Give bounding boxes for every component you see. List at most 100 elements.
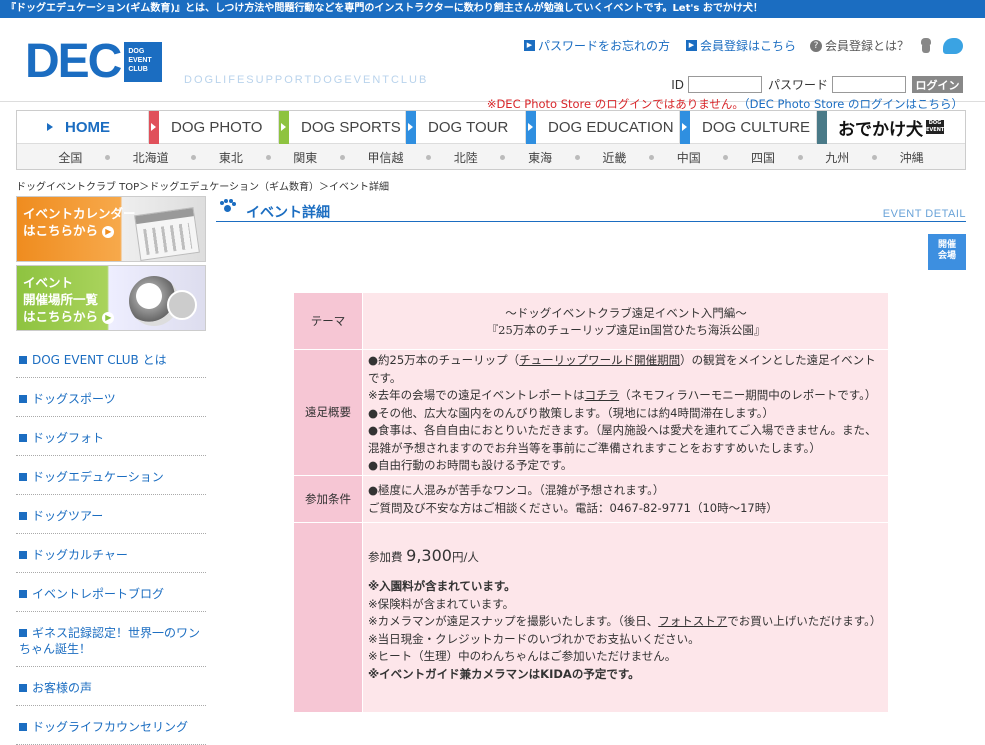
sidebar-item-label: ドッグフォト bbox=[32, 431, 105, 445]
theme-label: テーマ bbox=[293, 292, 363, 350]
region-link[interactable]: 九州 bbox=[825, 149, 849, 166]
banner2-line2: 開催場所一覧 bbox=[23, 292, 99, 307]
badge-line1: 開催 bbox=[937, 240, 956, 250]
sidebar-item[interactable]: ドッグライフカウンセリング bbox=[16, 706, 206, 745]
sidebar-item[interactable]: DOG EVENT CLUB とは bbox=[16, 339, 206, 378]
calendar-icon bbox=[134, 207, 200, 261]
square-bullet-icon bbox=[19, 684, 27, 692]
register-link[interactable]: ▶ 会員登録はこちら bbox=[685, 37, 796, 54]
separator-dot bbox=[104, 154, 110, 160]
event-venue-text: イベント 開催場所一覧 はこちらから ▶ bbox=[23, 274, 115, 325]
photo-store-link[interactable]: フォトストア bbox=[658, 614, 727, 628]
page-heading: イベント詳細 EVENT DETAIL bbox=[216, 196, 966, 222]
overview-line3: ●その他、広大な園内をのんびり散策します。（現地には約4時間滞在します。） bbox=[368, 405, 775, 420]
odekake-label: おでかけ犬 bbox=[838, 119, 923, 140]
venue-button[interactable]: 開催 会場 bbox=[928, 234, 966, 270]
fee-note6: ※イベントガイド兼カメラマンはKIDAの予定です。 bbox=[368, 666, 640, 681]
fee-line: 参加費 9,300円/人 bbox=[368, 545, 884, 567]
page-title-en: EVENT DETAIL bbox=[882, 208, 966, 220]
nav-item-label: DOG SPORTS bbox=[301, 119, 401, 136]
sidebar-item[interactable]: イベントレポートブログ bbox=[16, 573, 206, 612]
region-link[interactable]: 関東 bbox=[293, 149, 317, 166]
separator-dot bbox=[649, 154, 655, 160]
separator-dot bbox=[723, 154, 729, 160]
square-bullet-icon bbox=[19, 395, 27, 403]
about-membership-link[interactable]: ? 会員登録とは？ bbox=[809, 37, 909, 54]
twitter-icon[interactable] bbox=[943, 37, 963, 54]
banner1-line2: はこちらから bbox=[23, 223, 99, 238]
fee-n3b: でお買い上げいただけます。） bbox=[727, 614, 882, 628]
sidebar-item[interactable]: お客様の声 bbox=[16, 667, 206, 706]
question-icon: ? bbox=[809, 39, 822, 52]
region-link[interactable]: 東北 bbox=[219, 149, 243, 166]
region-link[interactable]: 北海道 bbox=[133, 149, 169, 166]
arrow-circle-icon: ▶ bbox=[102, 225, 115, 238]
nav-item-dog-culture[interactable]: DOG CULTURE bbox=[680, 111, 817, 144]
separator-dot bbox=[574, 154, 580, 160]
notice-red: ※DEC Photo Store のログインではありません。 bbox=[486, 97, 744, 111]
tulip-world-link[interactable]: チューリップワールド開催期間 bbox=[519, 353, 680, 367]
page-title: イベント詳細 bbox=[246, 205, 330, 221]
breadcrumb[interactable]: ドッグイベントクラブ TOP＞ドッグエデュケーション（ギム数育）＞イベント詳細 bbox=[16, 178, 389, 193]
event-venue-banner[interactable]: イベント 開催場所一覧 はこちらから ▶ bbox=[16, 265, 206, 331]
dec-logo[interactable]: DEC DOG EVENT CLUB bbox=[25, 38, 163, 86]
id-input[interactable] bbox=[687, 76, 762, 93]
nav-color-tab bbox=[406, 111, 416, 144]
overview-line1: ●約25万本のチューリップ（チューリップワールド開催期間）の観賞をメインとした遠… bbox=[368, 352, 884, 387]
tagline: DOGLIFESUPPORTDOGEVENTCLUB bbox=[184, 74, 429, 86]
photo-store-login-link[interactable]: （DEC Photo Store のログインはこちら） bbox=[744, 97, 963, 111]
event-calendar-banner[interactable]: イベントカレンダー はこちらから ▶ bbox=[16, 196, 206, 262]
table-row: 遠足概要 ●約25万本のチューリップ（チューリップワールド開催期間）の観賞をメイ… bbox=[293, 349, 889, 476]
nav-item-dog-education[interactable]: DOG EDUCATION bbox=[526, 111, 680, 144]
separator-dot bbox=[265, 154, 271, 160]
nav-item-label: DOG TOUR bbox=[428, 119, 509, 136]
region-link[interactable]: 全国 bbox=[58, 149, 82, 166]
region-link[interactable]: 四国 bbox=[751, 149, 775, 166]
sidebar-item-label: ドッグカルチャー bbox=[32, 548, 128, 562]
sidebar-item[interactable]: ドッグスポーツ bbox=[16, 378, 206, 417]
region-link[interactable]: 東海 bbox=[528, 149, 552, 166]
sidebar-item[interactable]: ドッグフォト bbox=[16, 417, 206, 456]
sidebar-item-label: ドッグツアー bbox=[32, 509, 104, 523]
region-link[interactable]: 北陸 bbox=[454, 149, 478, 166]
odekake-ken-logo[interactable]: おでかけ犬 DOG EVENT CLUB bbox=[817, 111, 965, 144]
nav-item-dog-sports[interactable]: DOG SPORTS bbox=[279, 111, 406, 144]
dog-icon[interactable] bbox=[919, 37, 933, 54]
nav-item-dog-photo[interactable]: DOG PHOTO bbox=[149, 111, 279, 144]
fee-amount: 9,300 bbox=[406, 545, 452, 565]
nav-item-dog-tour[interactable]: DOG TOUR bbox=[406, 111, 526, 144]
main-content: イベント詳細 EVENT DETAIL 開催 会場 テーマ 〜ドッグイベントクラブ… bbox=[216, 196, 966, 713]
forgot-password-link[interactable]: ▶ パスワードをお忘れの方 bbox=[523, 37, 670, 54]
sidebar-item[interactable]: ドッグカルチャー bbox=[16, 534, 206, 573]
sidebar-item[interactable]: ドッグエデュケーション bbox=[16, 456, 206, 495]
fee-note3: ※カメラマンが遠足スナップを撮影いたします。（後日、フォトストアでお買い上げいた… bbox=[368, 613, 884, 631]
sidebar-item[interactable]: ドッグツアー bbox=[16, 495, 206, 534]
square-bullet-icon bbox=[19, 629, 27, 637]
region-link[interactable]: 中国 bbox=[677, 149, 701, 166]
logo-sub2: EVENT bbox=[128, 57, 152, 64]
overview-line2: ※去年の会場での遠足イベントレポートはコチラ（ネモフィラハーモニー期間中のレポー… bbox=[368, 387, 884, 405]
nav-color-tab bbox=[680, 111, 690, 144]
password-input[interactable] bbox=[832, 76, 906, 93]
fee-suffix: 円/人 bbox=[451, 549, 479, 564]
fee-value: 参加費 9,300円/人 ※入園料が含まれています。 ※保険料が含まれています。… bbox=[362, 521, 889, 713]
separator-dot bbox=[339, 154, 345, 160]
sidebar-item-label: ドッグライフカウンセリング bbox=[32, 720, 189, 734]
nav-color-tab bbox=[279, 111, 289, 144]
report-link[interactable]: コチラ bbox=[585, 388, 620, 402]
sidebar-item[interactable]: ギネス記録認定！世界一のワンちゃん誕生！ bbox=[16, 612, 206, 667]
region-link[interactable]: 甲信越 bbox=[368, 149, 404, 166]
nav-item-label: DOG CULTURE bbox=[702, 119, 811, 136]
fee-note4: ※当日現金・クレジットカードのいづれかでお支払いください。 bbox=[368, 631, 700, 646]
square-bullet-icon bbox=[19, 434, 27, 442]
fee-prefix: 参加費 bbox=[368, 549, 403, 564]
sidebar-item-label: イベントレポートブログ bbox=[32, 587, 165, 601]
ov-l2b: （ネモフィラハーモニー期間中のレポートです。） bbox=[619, 388, 877, 402]
fee-note5: ※ヒート（生理）中のわんちゃんはご参加いただけません。 bbox=[368, 649, 677, 663]
nav-item-home[interactable]: HOME bbox=[17, 111, 149, 144]
region-link[interactable]: 沖縄 bbox=[900, 149, 924, 166]
event-detail-table: テーマ 〜ドッグイベントクラブ遠足イベント入門編〜 『25万本のチューリップ遠足i… bbox=[293, 292, 889, 713]
separator-dot bbox=[191, 154, 197, 160]
login-button[interactable]: ログイン bbox=[912, 76, 963, 93]
region-link[interactable]: 近畿 bbox=[602, 149, 626, 166]
